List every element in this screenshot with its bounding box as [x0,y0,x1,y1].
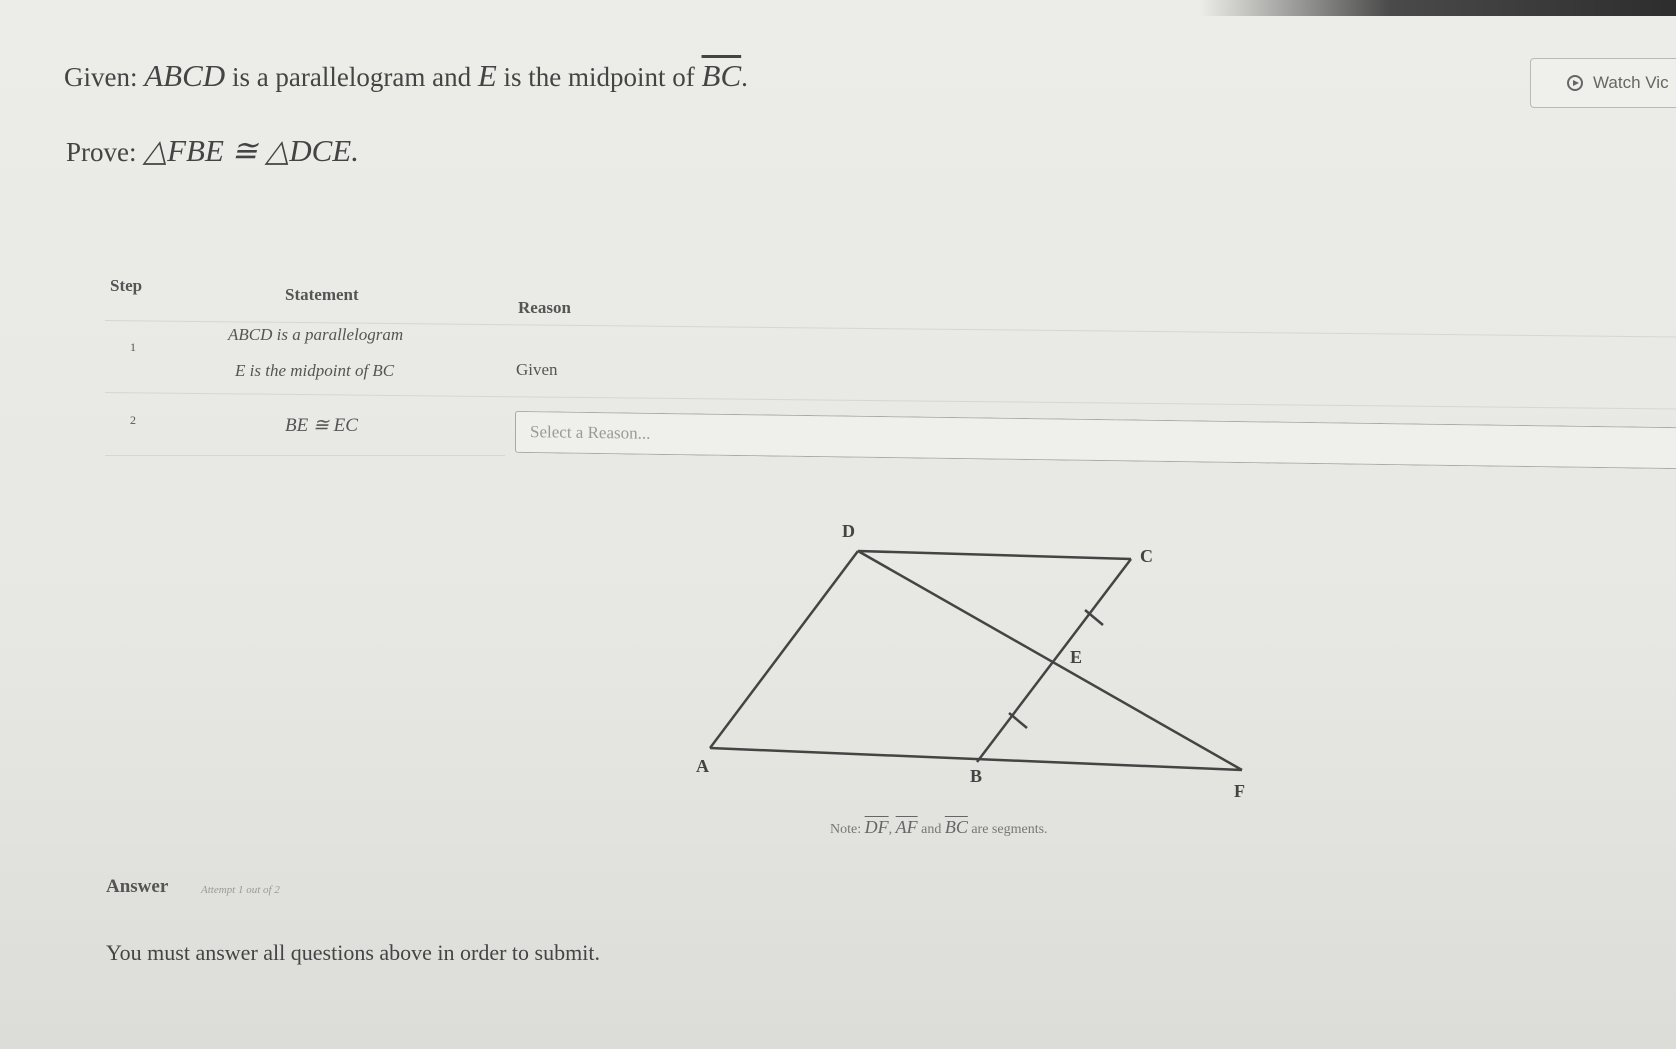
submit-message: You must answer all questions above in o… [106,940,600,965]
note-segment-1: DF [864,817,889,837]
answer-label: Answer [106,876,169,897]
row1-statement-line2: E is the midpoint of BC [235,361,395,380]
note-segment-3: BC [944,817,968,837]
diagram-note: Note: DF, AF and BC are segments. [830,817,1048,838]
given-end: . [741,62,748,92]
top-bar [1200,0,1676,16]
given-prefix: Given: [64,62,138,92]
given-text-1: is a parallelogram and [231,62,472,92]
given-segment: BC [701,58,742,93]
note-prefix: Note: [830,822,862,837]
prove-statement: Prove: △FBE ≅ △DCE. [66,133,359,169]
watch-video-label: Watch Vic [1593,73,1669,92]
given-statement: Given: ABCD is a parallelogram and E is … [64,58,748,94]
row1-reason: Given [516,360,558,379]
reason-select-dropdown[interactable]: Select a Reason... [515,410,1676,470]
attempt-counter: Attempt 1 out of 2 [201,884,280,896]
label-C: C [1140,546,1153,566]
row2-statement: BE ≅ EC [285,415,358,436]
label-A: A [696,756,709,776]
prove-text: △FBE ≅ △DCE. [143,133,359,168]
page-background: Given: ABCD is a parallelogram and E is … [0,0,1676,1049]
prove-prefix: Prove: [66,137,137,167]
given-point: E [477,58,497,93]
row-divider [104,392,1676,410]
row1-step: 1 [130,340,136,354]
note-segment-2: AF [895,817,918,837]
watch-video-button[interactable]: Watch Vic [1530,58,1676,108]
segment-DC [857,549,1132,561]
label-F: F [1234,781,1245,801]
segment-DF [857,549,1243,772]
note-and: and [921,822,942,837]
tick-mark-EB [1008,712,1028,729]
header-reason: Reason [518,298,571,317]
note-separator: , [888,822,893,837]
label-B: B [970,766,982,786]
row2-step: 2 [130,413,136,427]
reason-select-placeholder: Select a Reason... [530,422,651,443]
play-circle-icon [1567,75,1583,91]
label-D: D [842,521,855,541]
given-text-2: is the midpoint of [503,62,695,92]
given-shape: ABCD [144,58,226,93]
segment-CB [976,558,1132,763]
geometry-diagram: D C E A B F [696,521,1245,801]
row1-statement-line1: ABCD is a parallelogram [228,325,404,344]
note-suffix: are segments. [971,822,1048,837]
header-step: Step [110,276,143,295]
label-E: E [1070,647,1082,667]
header-statement: Statement [285,285,359,304]
segment-AD [709,550,859,749]
row-bottom-divider [105,455,505,456]
